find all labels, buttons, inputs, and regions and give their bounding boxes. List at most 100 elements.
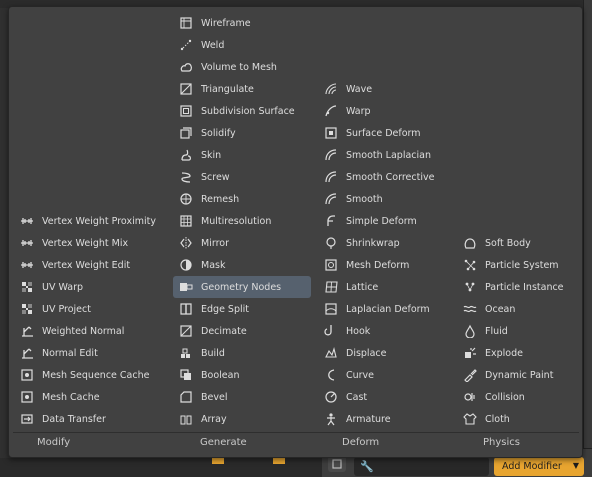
menu-item-label: Data Transfer [42,413,106,425]
menu-item-smooth[interactable]: Smooth [318,188,456,210]
menu-item-triangulate[interactable]: Triangulate [173,78,311,100]
menu-column-physics: Soft Body Particle System Particle Instanc… [457,7,592,432]
menu-item-mesh-sequence-cache[interactable]: Mesh Sequence Cache [14,364,152,386]
menu-item-wireframe[interactable]: Wireframe [173,12,311,34]
menu-item-laplacian-deform[interactable]: Laplacian Deform [318,298,456,320]
menu-item-explode[interactable]: Explode [457,342,592,364]
menu-item-armature[interactable]: Armature [318,408,456,430]
menu-item-weighted-normal[interactable]: Weighted Normal [14,320,152,342]
menu-item-curve[interactable]: Curve [318,364,456,386]
wrench-icon: 🔧 [360,460,374,473]
menu-item-label: Armature [346,413,391,425]
menu-item-label: Weld [201,39,225,51]
menu-item-label: Laplacian Deform [346,303,430,315]
menu-item-edge-split[interactable]: Edge Split [173,298,311,320]
menu-item-skin[interactable]: Skin [173,144,311,166]
menu-item-screw[interactable]: Screw [173,166,311,188]
decimate-icon [179,324,193,338]
menu-item-multiresolution[interactable]: Multiresolution [173,210,311,232]
menu-item-uv-project[interactable]: UV Project [14,298,152,320]
menu-item-collision[interactable]: Collision [457,386,592,408]
geometry-nodes-icon [179,280,193,294]
menu-item-label: Particle System [485,259,559,271]
menu-item-mesh-cache[interactable]: Mesh Cache [14,386,152,408]
menu-item-geometry-nodes[interactable]: Geometry Nodes [173,276,311,298]
menu-item-label: Cloth [485,413,510,425]
menu-item-array[interactable]: Array [173,408,311,430]
menu-item-cloth[interactable]: Cloth [457,408,592,430]
menu-item-hook[interactable]: Hook [318,320,456,342]
menu-item-particle-instance[interactable]: Particle Instance [457,276,592,298]
menu-item-weld[interactable]: Weld [173,34,311,56]
menu-item-vertex-weight-mix[interactable]: Vertex Weight Mix [14,232,152,254]
menu-item-ocean[interactable]: Ocean [457,298,592,320]
menu-item-surface-deform[interactable]: Surface Deform [318,122,456,144]
bevel-icon [179,390,193,404]
dynamic-paint-icon [463,368,477,382]
menu-item-decimate[interactable]: Decimate [173,320,311,342]
menu-item-label: Lattice [346,281,379,293]
menu-item-label: Remesh [201,193,240,205]
menu-item-label: Normal Edit [42,347,98,359]
add-modifier-menu: Vertex Weight Proximity Vertex Weight Mix… [8,6,583,458]
menu-item-particle-system[interactable]: Particle System [457,254,592,276]
menu-item-remesh[interactable]: Remesh [173,188,311,210]
weld-icon [179,38,193,52]
menu-item-fluid[interactable]: Fluid [457,320,592,342]
laplacian-icon [324,302,338,316]
menu-item-label: Shrinkwrap [346,237,400,249]
menu-item-displace[interactable]: Displace [318,342,456,364]
modifier-tab-button[interactable] [328,456,346,472]
menu-item-label: Ocean [485,303,516,315]
menu-column-modify: Vertex Weight Proximity Vertex Weight Mix… [14,7,156,432]
menu-item-label: Mesh Deform [346,259,410,271]
menu-item-wave[interactable]: Wave [318,78,456,100]
menu-item-mesh-deform[interactable]: Mesh Deform [318,254,456,276]
particle-system-icon [463,258,477,272]
menu-item-label: Solidify [201,127,236,139]
menu-column-generate: Wireframe Weld Volume to Mesh Triangulate Su… [173,7,313,432]
menu-item-label: Boolean [201,369,240,381]
menu-item-label: Soft Body [485,237,531,249]
menu-item-dynamic-paint[interactable]: Dynamic Paint [457,364,592,386]
modifier-tab-icon [332,459,342,469]
category-header-generate: Generate [200,437,247,448]
menu-item-bevel[interactable]: Bevel [173,386,311,408]
soft-body-icon [463,236,477,250]
menu-item-volume-to-mesh[interactable]: Volume to Mesh [173,56,311,78]
menu-item-vertex-weight-proximity[interactable]: Vertex Weight Proximity [14,210,156,232]
mask-icon [179,258,193,272]
menu-item-simple-deform[interactable]: Simple Deform [318,210,456,232]
menu-item-soft-body[interactable]: Soft Body [457,232,592,254]
vertex-weight-icon [20,236,34,250]
menu-item-mirror[interactable]: Mirror [173,232,311,254]
menu-item-label: Mask [201,259,226,271]
menu-item-solidify[interactable]: Solidify [173,122,311,144]
cast-icon [324,390,338,404]
menu-item-smooth-corrective[interactable]: Smooth Corrective [318,166,456,188]
menu-item-cast[interactable]: Cast [318,386,456,408]
menu-item-shrinkwrap[interactable]: Shrinkwrap [318,232,456,254]
menu-item-uv-warp[interactable]: UV Warp [14,276,152,298]
menu-item-vertex-weight-edit[interactable]: Vertex Weight Edit [14,254,152,276]
menu-item-label: Hook [346,325,371,337]
menu-item-data-transfer[interactable]: Data Transfer [14,408,152,430]
collision-icon [463,390,477,404]
add-modifier-button[interactable]: Add Modifier ▼ [494,457,584,476]
menu-item-build[interactable]: Build [173,342,311,364]
menu-item-normal-edit[interactable]: Normal Edit [14,342,152,364]
particle-instance-icon [463,280,477,294]
menu-item-boolean[interactable]: Boolean [173,364,311,386]
menu-item-subdivision-surface[interactable]: Subdivision Surface [173,100,311,122]
modifier-panel-header: 🔧 [354,457,489,476]
surface-deform-icon [324,126,338,140]
menu-item-label: Cast [346,391,368,403]
menu-item-label: Vertex Weight Mix [42,237,129,249]
normal-icon [20,324,34,338]
menu-item-smooth-laplacian[interactable]: Smooth Laplacian [318,144,456,166]
menu-item-warp[interactable]: Warp [318,100,456,122]
menu-item-lattice[interactable]: Lattice [318,276,456,298]
menu-item-label: Bevel [201,391,228,403]
menu-item-mask[interactable]: Mask [173,254,311,276]
normal-icon [20,346,34,360]
